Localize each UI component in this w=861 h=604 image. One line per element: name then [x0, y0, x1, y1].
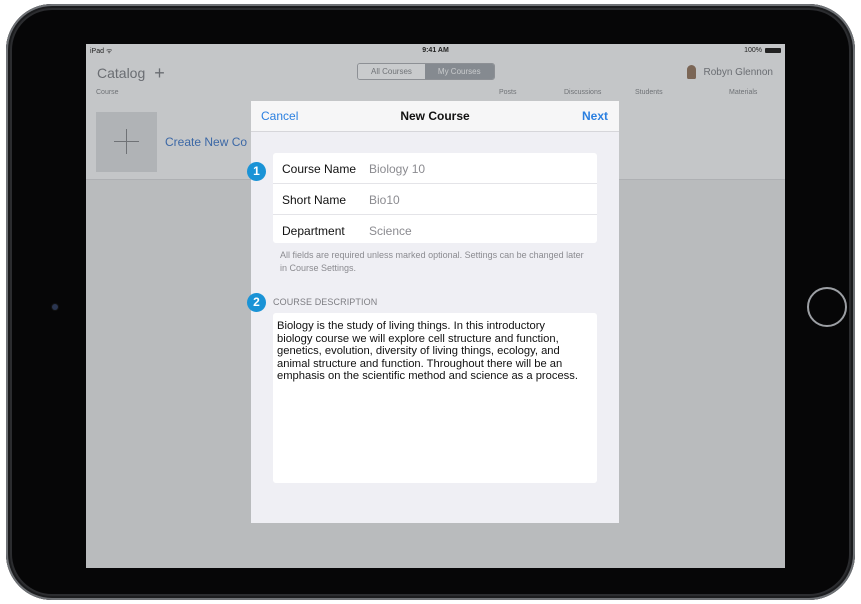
- status-time: 9:41 AM: [422, 47, 449, 54]
- callout-badge-2: 2: [247, 293, 266, 312]
- status-bar: iPad ᯤ 9:41 AM 100%: [86, 44, 785, 58]
- column-students[interactable]: Students: [635, 89, 663, 96]
- column-posts[interactable]: Posts: [499, 89, 517, 96]
- department-label: Department: [282, 224, 345, 238]
- course-description-text: Biology is the study of living things. I…: [277, 320, 578, 382]
- avatar: [686, 65, 696, 79]
- course-details-form: Course Name Biology 10 Short Name Bio10 …: [273, 153, 597, 243]
- catalog-title: Catalog +: [97, 64, 165, 82]
- callout-badge-1: 1: [247, 162, 266, 181]
- course-name-row[interactable]: Course Name Biology 10: [273, 153, 597, 184]
- new-course-modal: Cancel New Course Next Course Name Biolo…: [251, 101, 619, 523]
- short-name-label: Short Name: [282, 193, 347, 207]
- screen: iPad ᯤ 9:41 AM 100% Catalog + All Course…: [86, 44, 785, 568]
- catalog-label: Catalog: [97, 65, 146, 81]
- helper-text: All fields are required unless marked op…: [280, 250, 584, 273]
- modal-header: Cancel New Course Next: [251, 101, 619, 132]
- battery-percent: 100%: [744, 47, 762, 54]
- battery-icon: [765, 48, 781, 53]
- department-row[interactable]: Department Science: [273, 215, 597, 245]
- course-filter-segmented-control: All Courses My Courses: [357, 63, 495, 80]
- course-name-field[interactable]: Biology 10: [369, 162, 425, 176]
- camera-icon: [52, 304, 58, 310]
- column-materials[interactable]: Materials: [729, 89, 757, 96]
- battery-status: 100%: [744, 47, 781, 54]
- short-name-field[interactable]: Bio10: [369, 193, 400, 207]
- create-course-link[interactable]: Create New Co: [165, 135, 247, 149]
- column-course[interactable]: Course: [96, 89, 119, 96]
- course-description-field[interactable]: Biology is the study of living things. I…: [273, 313, 597, 483]
- nav-bar: Catalog + All Courses My Courses Robyn G…: [86, 58, 785, 103]
- user-menu[interactable]: Robyn Glennon: [686, 65, 774, 79]
- column-discussions[interactable]: Discussions: [564, 89, 601, 96]
- home-button[interactable]: [807, 287, 847, 327]
- add-course-icon[interactable]: [96, 112, 157, 172]
- segment-my-courses[interactable]: My Courses: [424, 64, 494, 79]
- modal-title: New Course: [400, 109, 470, 123]
- course-description-label: COURSE DESCRIPTION: [273, 297, 378, 307]
- next-button[interactable]: Next: [582, 109, 608, 123]
- short-name-row[interactable]: Short Name Bio10: [273, 184, 597, 215]
- segment-all-courses[interactable]: All Courses: [358, 64, 425, 79]
- user-name: Robyn Glennon: [703, 66, 774, 78]
- course-name-label: Course Name: [282, 162, 357, 176]
- plus-icon[interactable]: +: [154, 64, 165, 82]
- department-field[interactable]: Science: [369, 224, 412, 238]
